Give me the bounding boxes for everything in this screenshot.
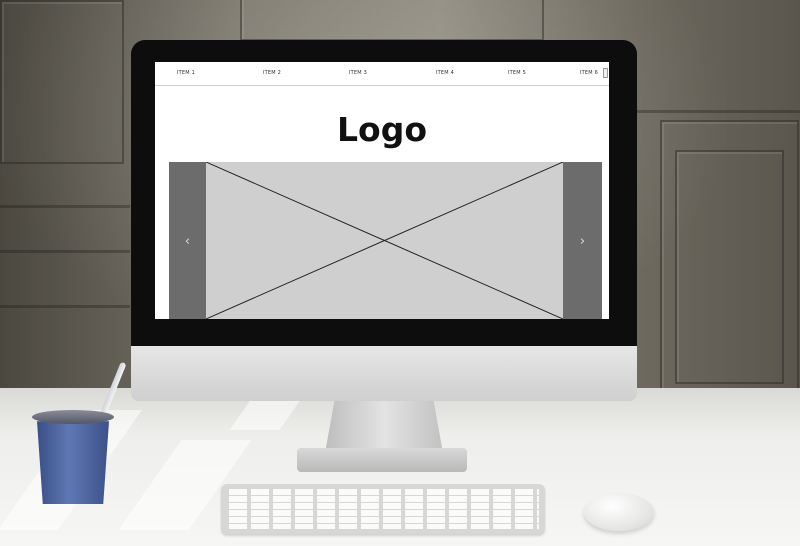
wall-panel-top bbox=[240, 0, 544, 41]
keyboard-keys bbox=[227, 489, 539, 529]
image-placeholder-x bbox=[206, 162, 563, 319]
keyboard bbox=[221, 484, 545, 534]
slider-prev-button[interactable]: ‹ bbox=[169, 162, 206, 319]
wall-moulding bbox=[0, 205, 130, 208]
blue-cup bbox=[37, 421, 109, 504]
chevron-right-icon: › bbox=[579, 234, 586, 249]
monitor-chin bbox=[131, 346, 637, 401]
monitor-stand bbox=[325, 401, 443, 453]
chevron-left-icon: ‹ bbox=[184, 234, 191, 249]
scrollbar[interactable] bbox=[603, 68, 608, 78]
wall-moulding bbox=[0, 305, 130, 308]
nav-item-5[interactable]: ITEM 5 bbox=[508, 70, 526, 76]
image-slider: ‹ › bbox=[169, 162, 602, 319]
nav-item-4[interactable]: ITEM 4 bbox=[436, 70, 454, 76]
slider-next-button[interactable]: › bbox=[563, 162, 602, 319]
website-wireframe-screen: ITEM 1 ITEM 2 ITEM 3 ITEM 4 ITEM 5 ITEM … bbox=[155, 62, 609, 319]
monitor-stand-foot bbox=[297, 448, 467, 472]
nav-item-2[interactable]: ITEM 2 bbox=[263, 70, 281, 76]
mouse bbox=[584, 493, 654, 531]
cup-rim bbox=[32, 410, 114, 424]
site-logo[interactable]: Logo bbox=[155, 110, 609, 149]
top-navigation: ITEM 1 ITEM 2 ITEM 3 ITEM 4 ITEM 5 ITEM … bbox=[155, 62, 609, 86]
wall-panel-left bbox=[0, 0, 124, 164]
wall-moulding bbox=[637, 110, 800, 113]
wall-moulding bbox=[0, 250, 130, 253]
nav-item-1[interactable]: ITEM 1 bbox=[177, 70, 195, 76]
nav-item-3[interactable]: ITEM 3 bbox=[349, 70, 367, 76]
wall-panel-right-inner bbox=[675, 150, 784, 384]
nav-item-6[interactable]: ITEM 6 bbox=[580, 70, 598, 76]
